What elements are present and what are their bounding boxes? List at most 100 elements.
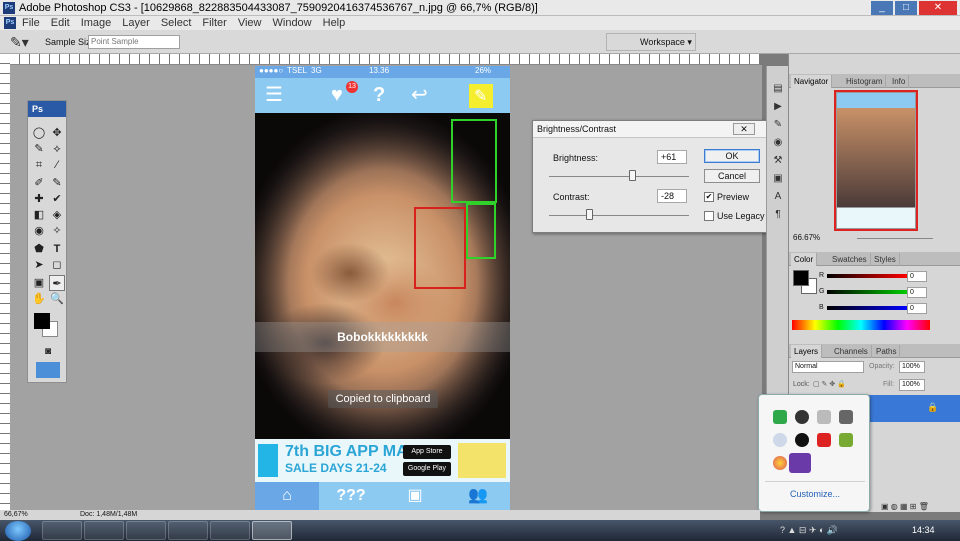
ok-button[interactable]: OK bbox=[704, 149, 760, 163]
tool-presets-panel-icon[interactable]: ⚒ bbox=[771, 154, 785, 168]
tab-paths[interactable]: Paths bbox=[873, 345, 901, 358]
close-button[interactable]: ✕ bbox=[919, 1, 957, 15]
taskbar-clock[interactable]: 14:34 bbox=[912, 525, 935, 535]
google-play-badge[interactable]: Google Play bbox=[403, 462, 451, 476]
tab-navigator[interactable]: Navigator bbox=[791, 75, 833, 88]
pen-tool-icon[interactable]: ⬟ bbox=[31, 241, 47, 257]
color-spectrum-bar[interactable] bbox=[792, 320, 930, 330]
use-legacy-checkbox[interactable] bbox=[704, 211, 714, 221]
usb-tray-icon[interactable] bbox=[839, 410, 853, 424]
start-button[interactable] bbox=[5, 521, 31, 541]
network-tray-icon[interactable] bbox=[817, 410, 831, 424]
fill-input[interactable]: 100% bbox=[899, 379, 925, 391]
navigator-zoom-slider[interactable] bbox=[857, 238, 933, 239]
contrast-slider-track[interactable] bbox=[549, 215, 689, 216]
task-photoshop[interactable] bbox=[252, 521, 292, 540]
camera-tray-icon[interactable] bbox=[795, 433, 809, 447]
task-explorer-1[interactable] bbox=[84, 521, 124, 540]
tab-swatches[interactable]: Swatches bbox=[829, 253, 871, 266]
tab-friends[interactable]: 👥 bbox=[446, 482, 510, 510]
navigator-view-box[interactable] bbox=[834, 90, 918, 231]
chat-tray-icon[interactable] bbox=[773, 410, 787, 424]
photoshop-menu-icon[interactable]: Ps bbox=[4, 17, 16, 29]
brush-tool-icon[interactable]: ✎ bbox=[49, 175, 65, 191]
cancel-button[interactable]: Cancel bbox=[704, 169, 760, 183]
heart-icon[interactable]: ♥ bbox=[331, 84, 343, 106]
menu-file[interactable]: File bbox=[22, 17, 40, 29]
maximize-button[interactable]: □ bbox=[895, 1, 917, 15]
sync-tray-icon[interactable] bbox=[773, 433, 787, 447]
move-tool-icon[interactable]: ✥ bbox=[49, 125, 65, 141]
tab-color[interactable]: Color bbox=[791, 253, 818, 266]
tab-info[interactable]: Info bbox=[889, 75, 910, 88]
magic-wand-tool-icon[interactable]: ⟡ bbox=[49, 141, 65, 157]
menu-edit[interactable]: Edit bbox=[51, 17, 70, 29]
reply-icon[interactable]: ↩ bbox=[411, 84, 428, 106]
quick-mask-icon[interactable]: ◙ bbox=[40, 344, 56, 360]
channel-b-slider[interactable] bbox=[827, 306, 907, 310]
selected-tray-icon[interactable] bbox=[789, 453, 811, 473]
channel-b-value[interactable]: 0 bbox=[907, 303, 927, 314]
ad-banner[interactable]: 7th BIG APP MAY SALE DAYS 21-24 App Stor… bbox=[255, 439, 510, 482]
channel-r-slider[interactable] bbox=[827, 274, 907, 278]
hamburger-menu-icon[interactable]: ☰ bbox=[265, 84, 283, 106]
channel-r-value[interactable]: 0 bbox=[907, 271, 927, 282]
workspace-button[interactable]: Workspace ▾ bbox=[640, 37, 692, 48]
tab-home[interactable]: ⌂ bbox=[255, 482, 319, 510]
eyedropper-icon[interactable]: ✎▾ bbox=[10, 34, 29, 51]
tab-styles[interactable]: Styles bbox=[871, 253, 900, 266]
tray-icons[interactable]: ? ▲ ⊟ ✈ ◐ 🔊 bbox=[780, 525, 838, 536]
clone-stamp-tool-icon[interactable]: ✚ bbox=[31, 191, 47, 207]
tab-profile[interactable]: ▣ bbox=[383, 482, 447, 510]
healing-tool-icon[interactable]: ✐ bbox=[31, 175, 47, 191]
contrast-slider-thumb[interactable] bbox=[585, 209, 593, 220]
layer-footer-icons[interactable]: ▣ ◍ ▦ ⊞ 🗑 bbox=[881, 502, 929, 511]
hand-tool-icon[interactable]: ✋ bbox=[31, 291, 47, 307]
opacity-input[interactable]: 100% bbox=[899, 361, 925, 373]
document-image[interactable]: ●●●●○ TSEL 3G 13.36 26% ☰ ♥ 13 ? ↩ ✎ Bob… bbox=[255, 66, 510, 510]
menu-window[interactable]: Window bbox=[273, 17, 312, 29]
media-tray-icon[interactable] bbox=[795, 410, 809, 424]
foreground-color-swatch[interactable] bbox=[34, 313, 50, 329]
eyedropper-tool-icon[interactable]: ✒ bbox=[49, 275, 65, 291]
eraser-tool-icon[interactable]: ◧ bbox=[31, 207, 47, 223]
blend-mode-select[interactable]: Normal bbox=[792, 361, 864, 373]
tab-layers[interactable]: Layers bbox=[791, 345, 823, 358]
menu-image[interactable]: Image bbox=[81, 17, 112, 29]
paragraph-panel-icon[interactable]: ¶ bbox=[771, 208, 785, 222]
status-doc-size[interactable]: Doc: 1,48M/1,48M bbox=[80, 510, 137, 520]
app-store-badge[interactable]: App Store bbox=[403, 445, 451, 459]
app-tray-icon[interactable] bbox=[839, 433, 853, 447]
zoom-tool-icon[interactable]: 🔍 bbox=[49, 291, 65, 307]
tab-histogram[interactable]: Histogram bbox=[843, 75, 887, 88]
lock-icons[interactable]: ▢ ✎ ✥ 🔒 bbox=[813, 380, 846, 388]
pdf-tray-icon[interactable] bbox=[817, 433, 831, 447]
screen-mode-icon[interactable] bbox=[36, 362, 60, 378]
blur-tool-icon[interactable]: ◉ bbox=[31, 223, 47, 239]
preview-checkbox[interactable]: ✔ bbox=[704, 192, 714, 202]
crop-tool-icon[interactable]: ⌗ bbox=[31, 157, 47, 173]
task-explorer-2[interactable] bbox=[126, 521, 166, 540]
brightness-input[interactable]: +61 bbox=[657, 150, 687, 164]
brightness-slider-thumb[interactable] bbox=[629, 170, 636, 181]
menu-filter[interactable]: Filter bbox=[202, 17, 226, 29]
help-icon[interactable]: ? bbox=[373, 84, 385, 106]
menu-help[interactable]: Help bbox=[323, 17, 346, 29]
history-panel-icon[interactable]: ▤ bbox=[771, 82, 785, 96]
brightness-slider-track[interactable] bbox=[549, 176, 689, 177]
actions-panel-icon[interactable]: ▶ bbox=[771, 100, 785, 114]
edit-button[interactable]: ✎ bbox=[469, 84, 493, 108]
path-selection-tool-icon[interactable]: ➤ bbox=[31, 257, 47, 273]
task-media[interactable] bbox=[168, 521, 208, 540]
notes-tool-icon[interactable]: ▣ bbox=[31, 275, 47, 291]
paint-bucket-tool-icon[interactable]: ◈ bbox=[49, 207, 65, 223]
lasso-tool-icon[interactable]: ✎ bbox=[31, 141, 47, 157]
menu-select[interactable]: Select bbox=[161, 17, 192, 29]
dialog-close-button[interactable]: ✕ bbox=[733, 123, 755, 135]
character-panel-icon[interactable]: A bbox=[771, 190, 785, 204]
channel-g-value[interactable]: 0 bbox=[907, 287, 927, 298]
color-fg-swatch[interactable] bbox=[793, 270, 809, 286]
tab-quiz[interactable]: ??? bbox=[319, 482, 383, 510]
chrome-tray-icon[interactable] bbox=[773, 456, 787, 470]
dodge-tool-icon[interactable]: ✧ bbox=[49, 223, 65, 239]
